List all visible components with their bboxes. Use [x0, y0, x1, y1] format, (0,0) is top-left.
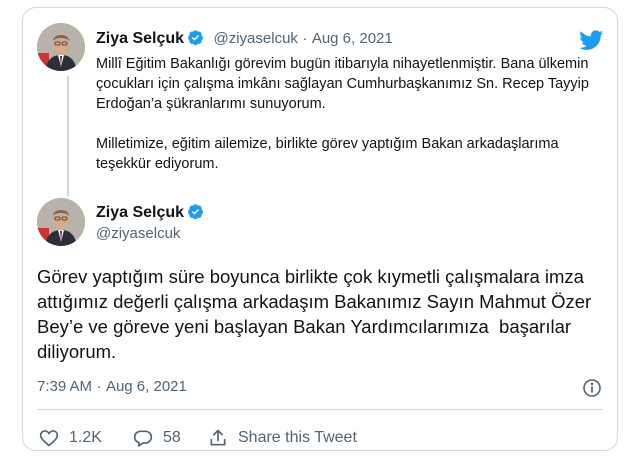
tweet-paragraph: Milletimize, eğitim ailemize, birlikte g…: [96, 136, 559, 172]
verified-badge-icon: [188, 204, 203, 220]
avatar-portrait-icon: [37, 198, 85, 246]
tweet-embed-card: Ziya Selçuk @ziyaselcuk · Aug 6, 2021 Mi…: [22, 7, 618, 451]
like-button[interactable]: 1.2K: [39, 428, 102, 448]
tweet-date[interactable]: Aug 6, 2021: [312, 30, 393, 47]
reply-button[interactable]: 58: [133, 428, 181, 448]
quoted-tweet-header: Ziya Selçuk @ziyaselcuk · Aug 6, 2021: [96, 29, 393, 48]
share-icon: [210, 429, 226, 446]
tweet-time[interactable]: 7:39 AM: [37, 378, 92, 395]
share-label: Share this Tweet: [238, 429, 357, 446]
author-name[interactable]: Ziya Selçuk: [96, 30, 184, 47]
avatar-portrait-icon: [37, 23, 85, 71]
tweet-date[interactable]: Aug 6, 2021: [106, 378, 187, 395]
twitter-bird-icon[interactable]: [578, 28, 605, 52]
share-button[interactable]: Share this Tweet: [208, 428, 357, 448]
author-handle[interactable]: @ziyaselcuk: [214, 30, 298, 47]
main-tweet-text: Görev yaptığım süre boyunca birlikte çok…: [37, 266, 597, 362]
avatar[interactable]: [37, 198, 85, 246]
tweet-timestamp[interactable]: 7:39 AM · Aug 6, 2021: [37, 378, 187, 396]
heart-icon: [39, 430, 59, 447]
author-handle[interactable]: @ziyaselcuk: [96, 225, 204, 242]
quoted-tweet-text: Millî Eğitim Bakanlığı görevim bugün iti…: [96, 54, 606, 174]
info-icon[interactable]: [582, 378, 602, 398]
reply-count: 58: [163, 429, 181, 446]
divider: [37, 409, 603, 410]
avatar[interactable]: [37, 23, 85, 71]
main-tweet-author: Ziya Selçuk @ziyaselcuk: [96, 203, 204, 242]
meta-separator: ·: [302, 30, 308, 47]
author-name[interactable]: Ziya Selçuk: [96, 204, 184, 221]
verified-badge-icon: [188, 30, 203, 46]
meta-separator: ·: [96, 378, 102, 395]
like-count: 1.2K: [69, 429, 102, 446]
thread-connector-line: [67, 76, 69, 196]
tweet-paragraph: Millî Eğitim Bakanlığı görevim bugün iti…: [96, 56, 589, 112]
reply-bubble-icon: [133, 430, 153, 447]
